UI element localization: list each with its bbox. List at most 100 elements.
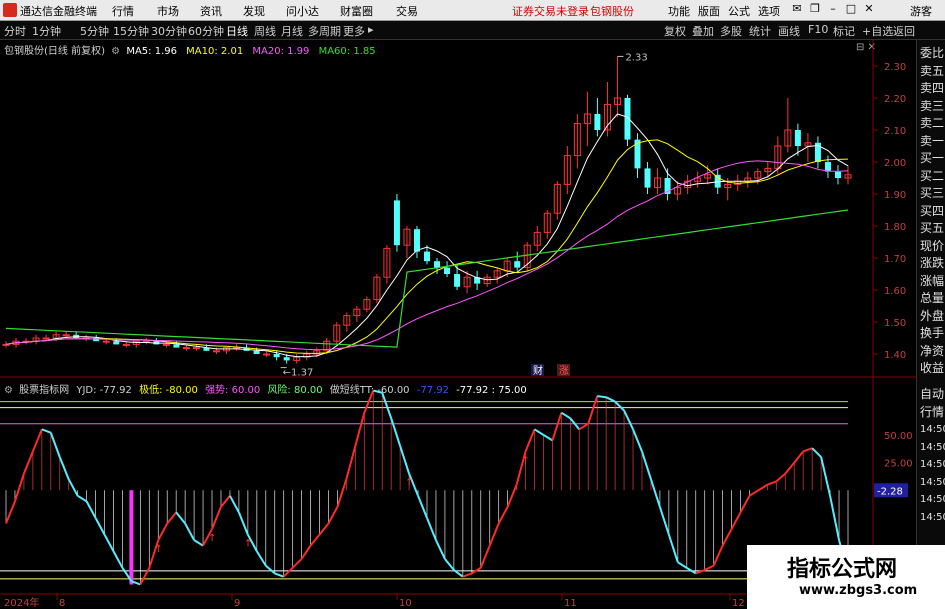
close-icon[interactable]: ✕ — [862, 2, 876, 16]
price-tick-label: 2.30 — [884, 62, 906, 73]
btn-multi-stock[interactable]: 多股 — [720, 23, 742, 39]
period-toolbar: 分时 1分钟 5分钟 15分钟 30分钟 60分钟 日线 周线 月线 多周期 更… — [0, 21, 945, 40]
indicator-line-segment — [587, 395, 599, 425]
indicator-line-segment — [667, 534, 679, 563]
price-tick-label: 2.10 — [884, 126, 906, 137]
sidebar-item[interactable]: 卖三 — [920, 97, 944, 114]
sidebar-item[interactable]: 买一 — [920, 149, 944, 166]
sidebar-item[interactable]: 卖五 — [920, 62, 944, 79]
restore-icon[interactable]: ❐ — [808, 2, 822, 16]
sidebar-item[interactable]: 行情 — [920, 403, 944, 420]
indicator-line-segment — [524, 428, 536, 452]
period-5min[interactable]: 5分钟 — [80, 23, 109, 39]
menu-discover[interactable]: 发现 — [243, 3, 265, 19]
period-15min[interactable]: 15分钟 — [113, 23, 149, 39]
kline-chart[interactable]: 2.33 ←1.37 财 涨 ↑ ↑ ↑ ↑ ↑ 2.30 2.20 2.10 2.00 1.90 1.… — [0, 40, 916, 609]
sidebar-item[interactable]: 涨幅 — [920, 272, 944, 289]
indicator-line-segment — [435, 539, 446, 560]
sidebar-item[interactable]: 买二 — [920, 167, 944, 184]
period-1min[interactable]: 1分钟 — [32, 23, 61, 39]
indicator-line-segment — [542, 434, 553, 442]
candle-body — [122, 343, 130, 346]
login-warning[interactable]: 证券交易未登录 — [512, 3, 589, 19]
indicator-line-segment — [730, 511, 742, 530]
price-tick-label: 1.80 — [884, 222, 906, 233]
sidebar-item[interactable]: 自动 — [920, 385, 944, 402]
current-value: -2.28 — [877, 486, 903, 497]
menu-quotes[interactable]: 行情 — [112, 3, 134, 19]
menu-ask[interactable]: 问小达 — [286, 3, 319, 19]
sidebar-item[interactable]: 买四 — [920, 202, 944, 219]
price-pane: 2.33 ←1.37 财 涨 — [2, 52, 852, 379]
btn-draw[interactable]: 画线 — [778, 23, 800, 39]
sidebar-item[interactable]: 委比 — [920, 44, 944, 61]
indicator-line-segment — [767, 480, 777, 486]
sidebar-item[interactable]: 总量 — [920, 289, 944, 306]
btn-mark[interactable]: 标记 — [833, 23, 855, 39]
menu-options[interactable]: 选项 — [758, 3, 780, 19]
sidebar-item[interactable]: 外盘 — [920, 307, 944, 324]
minimize-icon[interactable]: – — [826, 2, 840, 16]
indicator-line-segment — [373, 389, 383, 394]
sidebar-item[interactable]: 现价 — [920, 237, 944, 254]
indicator-line-segment — [5, 500, 16, 524]
sidebar-item[interactable]: 涨跌 — [920, 254, 944, 271]
indicator-line-segment — [211, 506, 222, 530]
maximize-icon[interactable]: □ — [844, 2, 858, 16]
ma5-line — [5, 113, 849, 358]
menu-function[interactable]: 功能 — [668, 3, 690, 19]
sidebar-item[interactable]: 卖四 — [920, 79, 944, 96]
btn-overlay[interactable]: 叠加 — [692, 23, 714, 39]
indicator-line-segment — [390, 417, 402, 447]
buy-arrow-icon: ↑ — [244, 539, 252, 550]
guest-label[interactable]: 游客 — [910, 3, 932, 19]
more-chevron-icon[interactable]: ▸ — [368, 23, 374, 36]
period-more[interactable]: 更多 — [343, 23, 365, 39]
sidebar-item[interactable]: 卖二 — [920, 114, 944, 131]
btn-add-watch[interactable]: +自选 — [862, 23, 893, 39]
sidebar-item[interactable]: 换手 — [920, 324, 944, 341]
mail-icon[interactable]: ✉ — [790, 2, 804, 16]
cai-tag: 财 — [533, 364, 543, 377]
sidebar-item[interactable]: 净资 — [920, 342, 944, 359]
sidebar-item[interactable]: 买三 — [920, 184, 944, 201]
btn-stats[interactable]: 统计 — [749, 23, 771, 39]
price-tick-label: 1.90 — [884, 190, 906, 201]
menu-layout[interactable]: 版面 — [698, 3, 720, 19]
sidebar-item[interactable]: 买五 — [920, 219, 944, 236]
indicator-line-segment — [309, 533, 321, 547]
period-multi[interactable]: 多周期 — [308, 23, 341, 39]
menu-wealth[interactable]: 财富圈 — [340, 3, 373, 19]
menu-news[interactable]: 资讯 — [200, 3, 222, 19]
btn-restore-rights[interactable]: 复权 — [664, 23, 686, 39]
indicator-line-segment — [49, 432, 61, 458]
indicator-line-segment — [14, 473, 25, 502]
period-daily[interactable]: 日线 — [226, 23, 248, 39]
period-60min[interactable]: 60分钟 — [188, 23, 224, 39]
sidebar-item[interactable]: 收益 — [920, 359, 944, 376]
period-timeshare[interactable]: 分时 — [4, 23, 26, 39]
btn-back[interactable]: 返回 — [893, 23, 915, 39]
buy-arrow-icon: ↑ — [154, 544, 162, 555]
candle-body — [192, 347, 200, 350]
menu-formula[interactable]: 公式 — [728, 3, 750, 19]
price-tick-label: 2.20 — [884, 94, 906, 105]
indicator-line-segment — [497, 506, 509, 524]
watermark-url: www.zbgs3.com — [799, 583, 918, 598]
indicator-line-segment — [462, 572, 473, 578]
candle-body — [434, 261, 441, 268]
indicator-line-segment — [399, 445, 411, 474]
sidebar-time: 14:50 — [920, 459, 945, 470]
candle-body — [213, 350, 220, 353]
period-weekly[interactable]: 周线 — [254, 23, 276, 39]
period-30min[interactable]: 30分钟 — [151, 23, 187, 39]
indicator-line-segment — [67, 478, 79, 497]
btn-f10[interactable]: F10 — [808, 23, 828, 36]
candle-body — [162, 343, 170, 346]
period-monthly[interactable]: 月线 — [281, 23, 303, 39]
candle-body — [173, 344, 180, 348]
menu-trade[interactable]: 交易 — [396, 3, 418, 19]
sidebar-item[interactable]: 卖一 — [920, 132, 944, 149]
indicator-line-segment — [255, 550, 267, 567]
menu-market[interactable]: 市场 — [157, 3, 179, 19]
